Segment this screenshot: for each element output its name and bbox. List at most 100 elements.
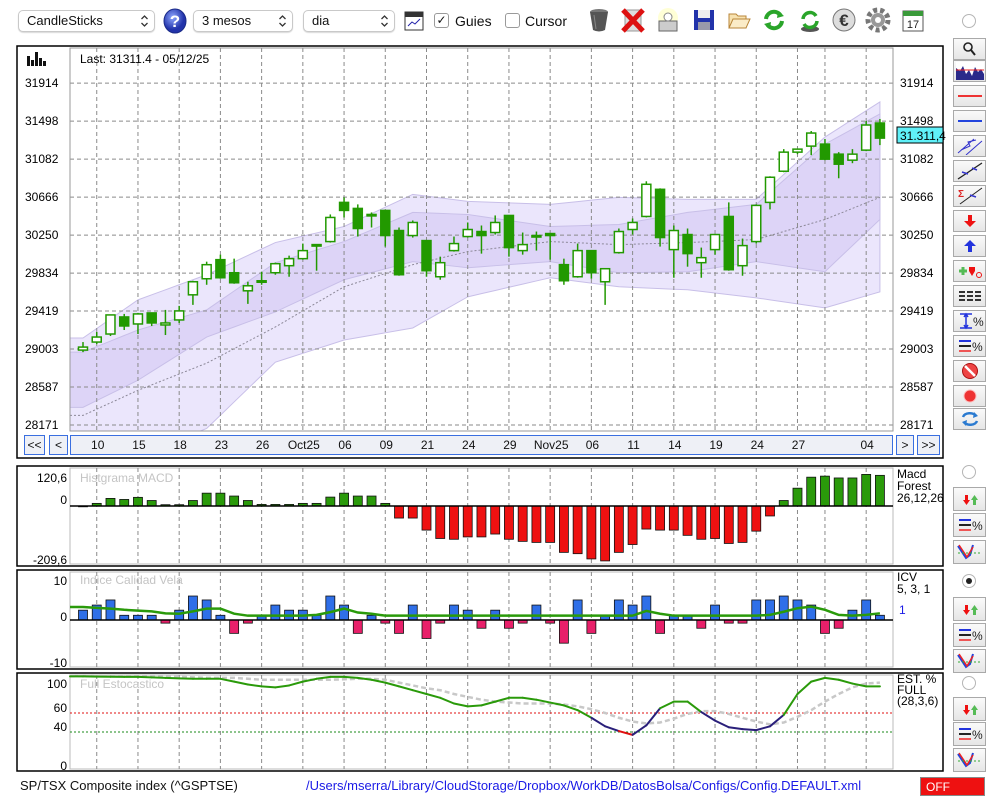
stochastic-tick: 0	[60, 759, 67, 773]
macd-bar-positive	[820, 475, 830, 507]
candle-body-up	[627, 221, 638, 231]
icv-signals-button[interactable]	[953, 597, 986, 621]
add-signal-tool-button[interactable]	[953, 260, 986, 282]
macd-signals-button[interactable]	[953, 487, 986, 511]
date-label: 27	[791, 438, 806, 452]
macd-bar-negative	[462, 505, 473, 538]
signals-icon	[962, 705, 978, 715]
no-entry-tool-button[interactable]	[953, 360, 986, 382]
sum-trendline-tool-button[interactable]: Σ	[953, 185, 986, 207]
date-scroll-strip[interactable]: 10 15 18 23 26 Oct25 06 09 21 24 29 Nov25 06 11 14 19 24…	[70, 435, 893, 455]
price-tick-left: 31082	[25, 152, 59, 166]
percent-range-tool-button[interactable]: %	[953, 310, 986, 332]
candle-body-up	[792, 148, 803, 153]
macd-bar-negative	[421, 505, 432, 531]
overview-tool-button[interactable]	[953, 60, 986, 82]
candle-body-down	[476, 230, 487, 237]
candle-body-up	[860, 124, 872, 151]
candle-body-down	[338, 201, 350, 212]
nav-prev-button[interactable]: <	[49, 435, 68, 455]
candle-body-up	[132, 313, 144, 325]
macd-bar-negative	[531, 505, 542, 543]
stochastic-k-segment	[343, 675, 359, 679]
candle	[105, 314, 116, 337]
off-toggle-button[interactable]: OFF	[920, 777, 985, 796]
candle-body-up	[325, 216, 336, 243]
candle-body-up	[407, 221, 419, 237]
macd-bar-negative	[394, 505, 404, 519]
icv-percent-lines-button[interactable]: %	[953, 623, 986, 647]
stochastic-style-icon	[956, 653, 982, 669]
zoom-tool-button[interactable]	[953, 38, 986, 60]
date-label: 24	[462, 438, 476, 452]
icv-bar-positive	[449, 604, 459, 621]
icv-bar-negative	[421, 619, 432, 639]
candle-body-up	[77, 346, 89, 351]
macd-bar-positive	[792, 487, 803, 507]
date-label: 06	[585, 438, 600, 452]
dashed-lines-tool-button[interactable]	[953, 285, 986, 307]
price-tag: 31.311,4	[896, 126, 946, 144]
sell-arrow-tool-button[interactable]	[953, 210, 986, 232]
macd-bar-negative	[765, 505, 775, 517]
candle-body-up	[187, 281, 199, 296]
nav-first-button[interactable]: <<	[24, 435, 45, 455]
candle-body-down	[393, 229, 405, 276]
icv-bar-positive	[710, 604, 720, 621]
nav-prev-label: <	[54, 438, 62, 452]
macd-tick-max: 120,6	[37, 471, 67, 485]
candle	[751, 204, 762, 244]
stochastic-signals-button[interactable]	[953, 697, 986, 721]
icv-panel-radio[interactable]	[962, 574, 976, 588]
config-path-link[interactable]: /Users/mserra/Library/CloudStorage/Dropb…	[306, 778, 861, 793]
macd-panel-radio[interactable]	[962, 465, 976, 479]
candle-body-down	[256, 280, 267, 284]
record-tool-button[interactable]	[953, 385, 986, 407]
candle-body-up	[489, 221, 501, 234]
blue-line-tool-button[interactable]	[953, 110, 986, 132]
macd-tick-min: -209,6	[33, 553, 67, 567]
stochastic-tick: 60	[54, 701, 68, 715]
nav-last-button[interactable]: >>	[917, 435, 940, 455]
swap-tool-button[interactable]	[953, 408, 986, 430]
add-signal-icon	[958, 267, 982, 278]
buy-arrow-tool-button[interactable]	[953, 235, 986, 257]
candle-body-down	[654, 188, 666, 239]
trendline-tool-button[interactable]	[953, 160, 986, 182]
macd-bar-positive	[201, 492, 212, 507]
nav-next-button[interactable]: >	[896, 435, 914, 455]
macd-bar-negative	[627, 505, 638, 545]
candle-body-up	[105, 314, 116, 335]
percent-lines-tool-button[interactable]: %	[953, 335, 986, 357]
macd-percent-lines-button[interactable]: %	[953, 513, 986, 537]
candle-body-up	[173, 310, 185, 321]
candle-body-up	[572, 249, 583, 278]
macd-bar-positive	[119, 499, 130, 507]
macd-bar-positive	[861, 474, 872, 507]
price-tick-right: 28171	[900, 418, 934, 432]
stochastic-panel-radio[interactable]	[962, 676, 976, 690]
icv-bar-negative	[586, 619, 597, 634]
macd-bar-negative	[668, 505, 679, 531]
red-line-tool-button[interactable]	[953, 85, 986, 107]
candle-body-up	[201, 263, 212, 280]
stochastic-tick: 100	[47, 677, 67, 691]
date-label: 14	[668, 438, 682, 452]
macd-bar-negative	[737, 505, 748, 543]
icv-bar-positive	[174, 609, 185, 621]
icv-bar-negative	[394, 619, 404, 634]
price-tick-right: 31082	[900, 152, 934, 166]
candle-body-down	[682, 233, 693, 255]
candle-body-down	[352, 207, 364, 230]
stochastic-stochastic-style-button[interactable]	[953, 748, 986, 772]
macd-bar-positive	[105, 498, 116, 507]
stochastic-percent-lines-button[interactable]: %	[953, 722, 986, 746]
channel-tool-button[interactable]	[953, 135, 986, 157]
icv-bar-positive	[270, 604, 281, 621]
no-entry-icon	[961, 363, 978, 379]
svg-text:%: %	[972, 519, 983, 533]
macd-stochastic-style-button[interactable]	[953, 540, 986, 564]
icv-stochastic-style-button[interactable]	[953, 649, 986, 673]
macd-bar-negative	[449, 505, 459, 540]
icv-tick-min: -10	[50, 656, 68, 670]
